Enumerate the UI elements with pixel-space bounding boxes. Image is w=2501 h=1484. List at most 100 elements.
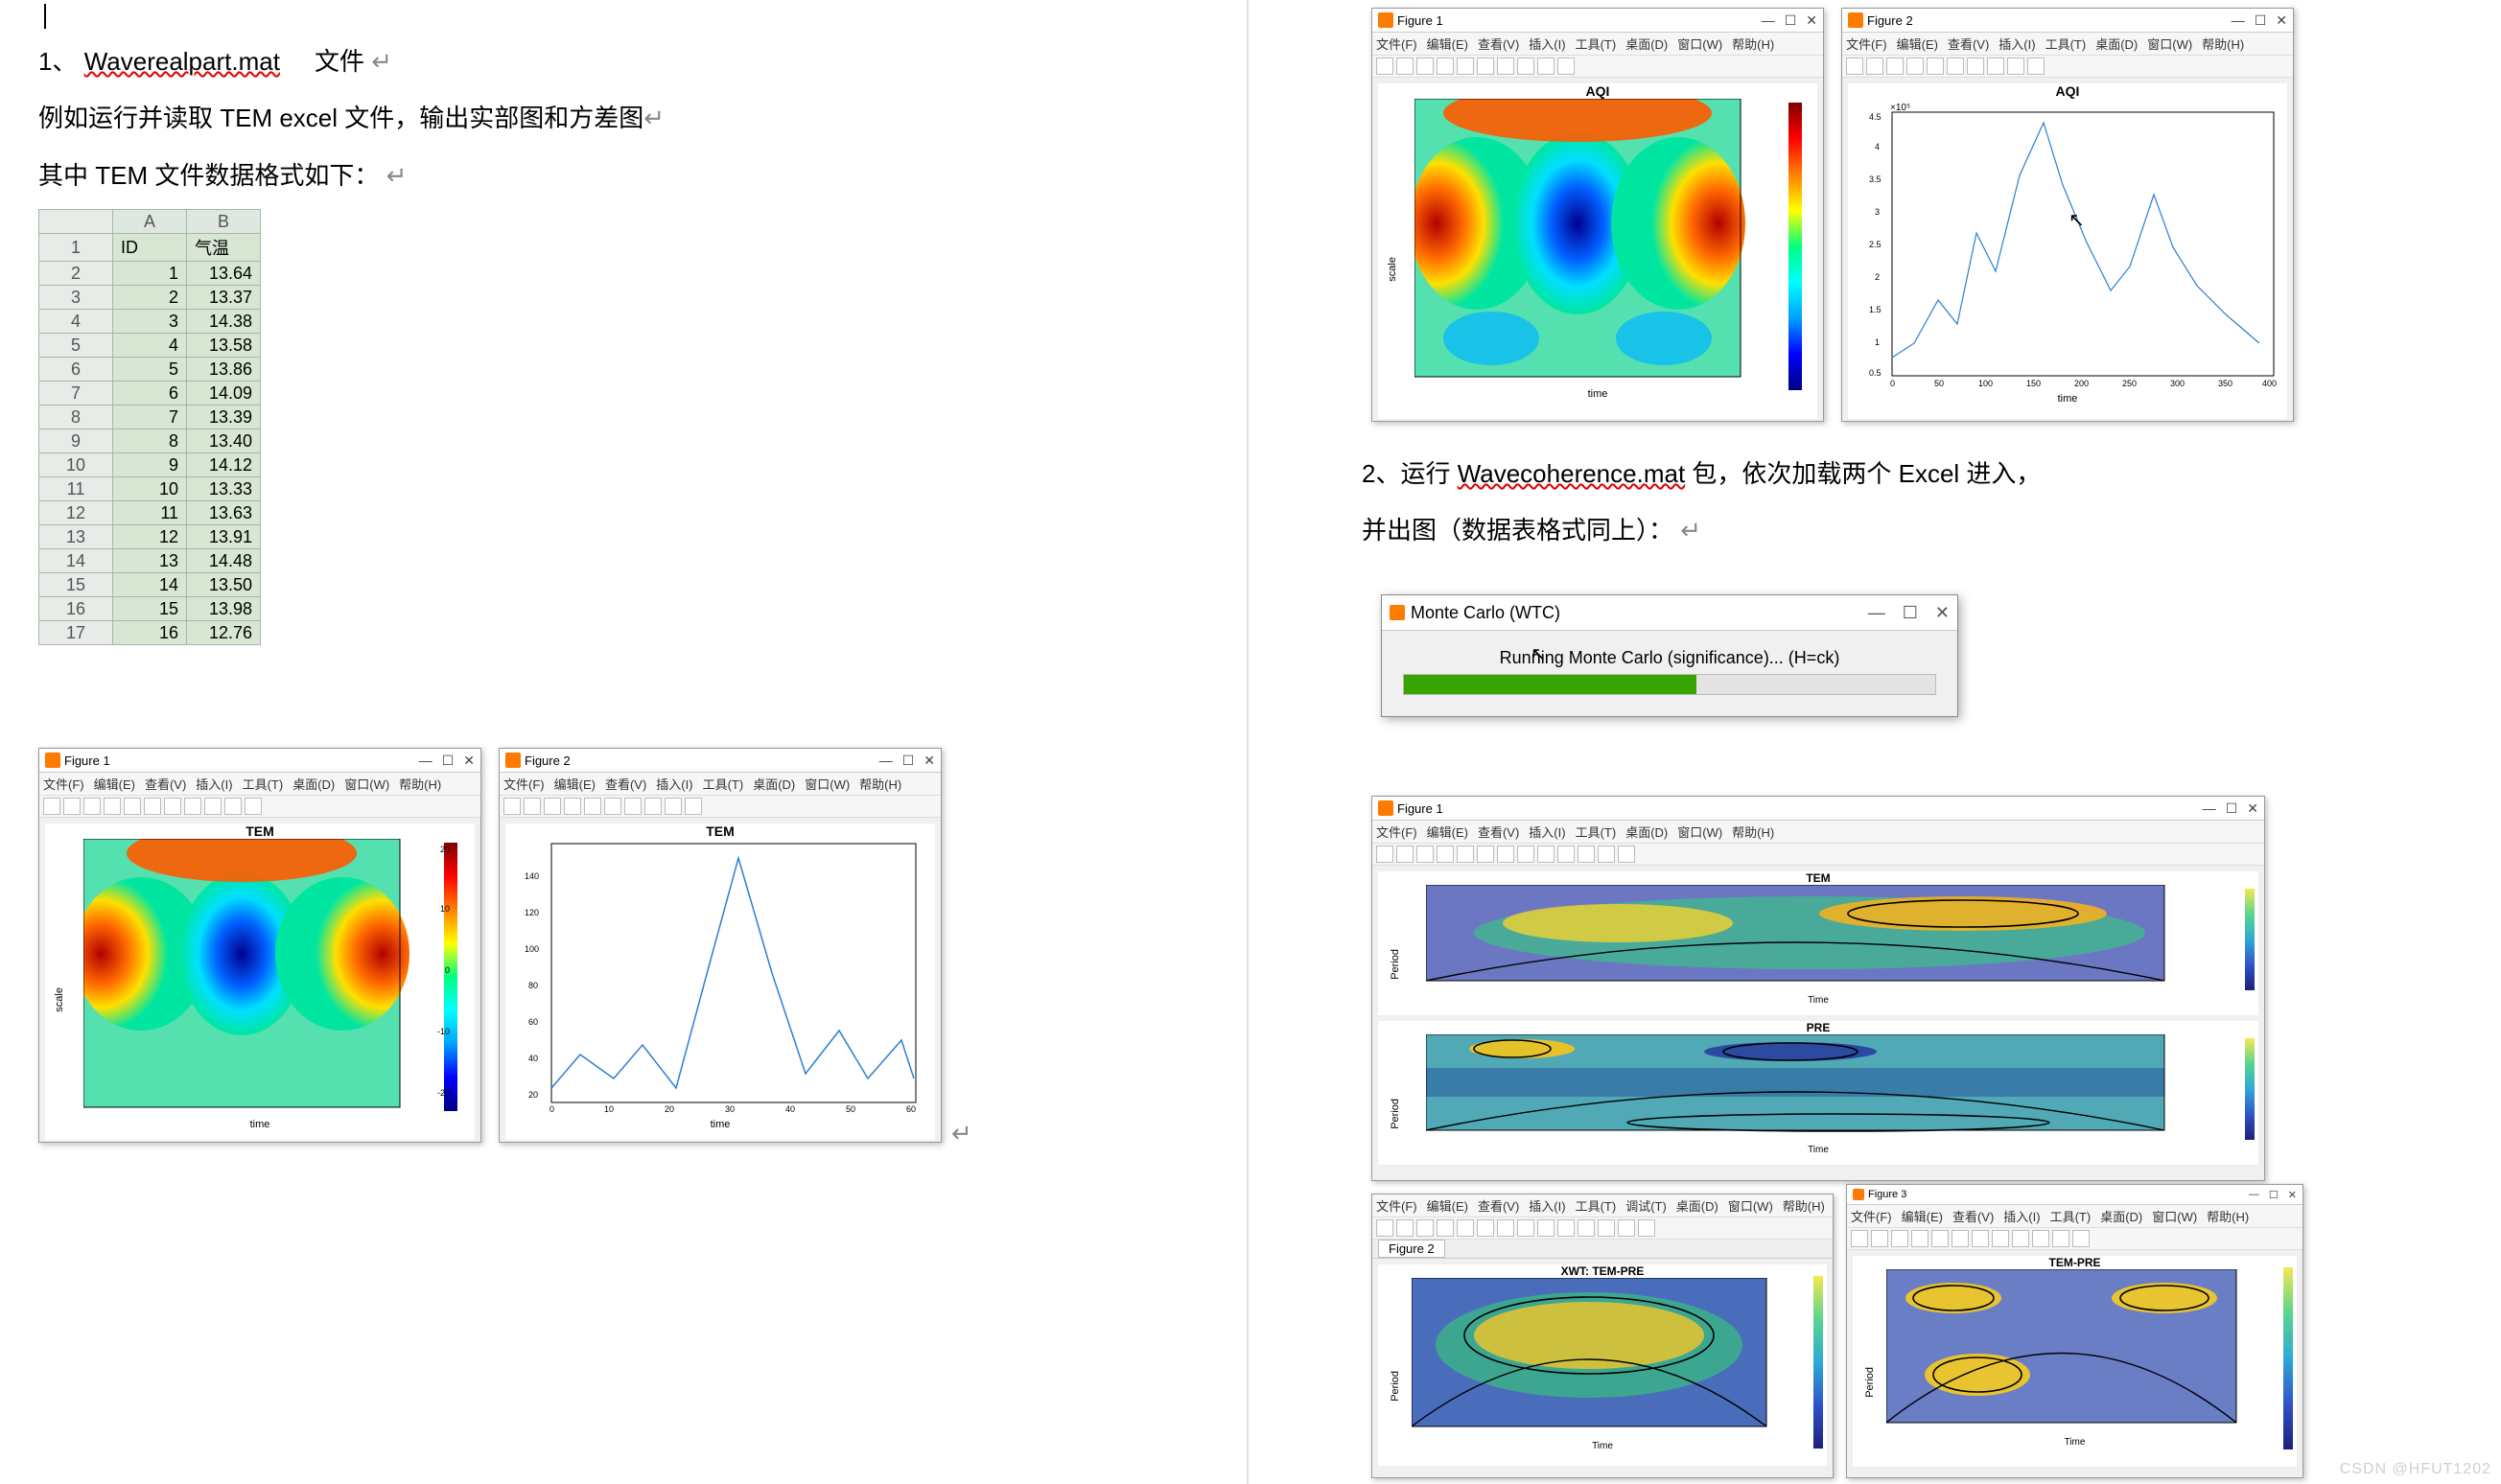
minimize-icon[interactable]: — — [1762, 12, 1775, 28]
menu-item[interactable]: 工具(T) — [2050, 1210, 2092, 1224]
menu-item[interactable]: 窗口(W) — [2147, 37, 2192, 52]
menu-item[interactable]: 插入(I) — [1529, 37, 1565, 52]
titlebar[interactable]: Figure 3 —☐✕ — [1847, 1185, 2302, 1205]
menu-item[interactable]: 调试(T) — [1625, 1199, 1667, 1214]
menu-item[interactable]: 查看(V) — [145, 777, 186, 792]
menu-item[interactable]: 查看(V) — [1952, 1210, 1994, 1224]
menubar[interactable]: 文件(F)编辑(E)查看(V)插入(I)工具(T)桌面(D)窗口(W)帮助(H) — [500, 773, 941, 796]
menu-item[interactable]: 文件(F) — [43, 777, 84, 792]
menu-item[interactable]: 编辑(E) — [94, 777, 135, 792]
figure-tab[interactable]: Figure 2 — [1372, 1240, 1833, 1259]
menu-item[interactable]: 插入(I) — [1529, 825, 1565, 840]
menu-item[interactable]: 文件(F) — [1851, 1210, 1892, 1224]
close-icon[interactable]: ✕ — [463, 753, 475, 769]
menu-item[interactable]: 查看(V) — [1478, 37, 1519, 52]
maximize-icon[interactable]: ☐ — [2226, 800, 2238, 817]
close-icon[interactable]: ✕ — [2247, 800, 2258, 817]
menu-item[interactable]: 工具(T) — [243, 777, 284, 792]
minimize-icon[interactable]: — — [2203, 800, 2216, 816]
menu-item[interactable]: 工具(T) — [1576, 825, 1617, 840]
menu-item[interactable]: 帮助(H) — [1732, 37, 1774, 52]
close-icon[interactable]: ✕ — [1806, 12, 1817, 29]
maximize-icon[interactable]: ☐ — [442, 753, 455, 769]
titlebar[interactable]: Figure 1 —☐✕ — [1372, 9, 1823, 33]
maximize-icon[interactable]: ☐ — [1785, 12, 1797, 29]
close-icon[interactable]: ✕ — [2276, 12, 2287, 29]
menubar[interactable]: 文件(F) 编辑(E) 查看(V) 插入(I) 工具(T) 桌面(D) 窗口(W) 帮助(H) — [1372, 821, 2264, 844]
menu-item[interactable]: 桌面(D) — [753, 777, 795, 792]
menubar[interactable]: 文件(F) 编辑(E) 查看(V) 插入(I) 工具(T) 桌面(D) 窗口(W) 帮助(H) — [1842, 33, 2293, 56]
titlebar[interactable]: Monte Carlo (WTC) — ☐ ✕ — [1382, 595, 1957, 631]
maximize-icon[interactable]: ☐ — [1903, 603, 1918, 623]
menu-item[interactable]: 插入(I) — [196, 777, 232, 792]
menu-item[interactable]: 帮助(H) — [1783, 1199, 1825, 1214]
menu-item[interactable]: 工具(T) — [1576, 1199, 1617, 1214]
minimize-icon[interactable]: — — [1868, 603, 1885, 623]
menu-item[interactable]: 文件(F) — [1376, 37, 1417, 52]
menu-item[interactable]: 窗口(W) — [344, 777, 389, 792]
menu-item[interactable]: 文件(F) — [1376, 825, 1417, 840]
menu-item[interactable]: 窗口(W) — [1728, 1199, 1773, 1214]
menu-item[interactable]: 帮助(H) — [859, 777, 901, 792]
menu-item[interactable]: 编辑(E) — [1902, 1210, 1943, 1224]
menu-item[interactable]: 插入(I) — [2003, 1210, 2040, 1224]
close-icon[interactable]: ✕ — [1935, 603, 1950, 623]
menu-item[interactable]: 工具(T) — [2045, 37, 2087, 52]
toolbar[interactable] — [1847, 1228, 2302, 1250]
menu-item[interactable]: 窗口(W) — [2152, 1210, 2197, 1224]
maximize-icon[interactable]: ☐ — [2255, 12, 2267, 29]
menu-item[interactable]: 编辑(E) — [554, 777, 596, 792]
menu-item[interactable]: 插入(I) — [1529, 1199, 1565, 1214]
menu-item[interactable]: 编辑(E) — [1427, 37, 1468, 52]
minimize-icon[interactable]: — — [419, 753, 432, 768]
left-figure-1[interactable]: Figure 1 —☐✕ 文件(F)编辑(E)查看(V)插入(I)工具(T)桌面… — [38, 748, 481, 1143]
menubar[interactable]: 文件(F)编辑(E)查看(V)插入(I)工具(T)桌面(D)窗口(W)帮助(H) — [1847, 1205, 2302, 1228]
menubar[interactable]: 文件(F) 编辑(E) 查看(V) 插入(I) 工具(T) 桌面(D) 窗口(W) 帮助(H) — [1372, 33, 1823, 56]
menu-item[interactable]: 桌面(D) — [1625, 37, 1668, 52]
menu-item[interactable]: 编辑(E) — [1897, 37, 1938, 52]
right-figure-2[interactable]: Figure 2 —☐✕ 文件(F)编辑(E)查看(V)插入(I)工具(T)桌面… — [1841, 8, 2294, 422]
titlebar[interactable]: Figure 1 —☐✕ — [39, 749, 480, 773]
menu-item[interactable]: 桌面(D) — [1676, 1199, 1718, 1214]
menu-item[interactable]: 帮助(H) — [2207, 1210, 2249, 1224]
menu-item[interactable]: 帮助(H) — [399, 777, 441, 792]
maximize-icon[interactable]: ☐ — [902, 753, 915, 769]
menu-item[interactable]: 桌面(D) — [1625, 825, 1668, 840]
close-icon[interactable]: ✕ — [923, 753, 935, 769]
titlebar[interactable]: Figure 2 —☐✕ — [1842, 9, 2293, 33]
menu-item[interactable]: 窗口(W) — [805, 777, 850, 792]
menu-item[interactable]: 查看(V) — [1948, 37, 1989, 52]
toolbar[interactable] — [1372, 56, 1823, 78]
menu-item[interactable]: 文件(F) — [503, 777, 545, 792]
maximize-icon[interactable]: ☐ — [2269, 1189, 2279, 1201]
menu-item[interactable]: 插入(I) — [1998, 37, 2035, 52]
monte-carlo-dialog[interactable]: Monte Carlo (WTC) — ☐ ✕ ↖ Running Monte … — [1381, 594, 1958, 717]
menu-item[interactable]: 工具(T) — [1576, 37, 1617, 52]
menu-item[interactable]: 帮助(H) — [1732, 825, 1774, 840]
toolbar[interactable] — [1372, 1217, 1833, 1240]
left-figure-2[interactable]: Figure 2 —☐✕ 文件(F)编辑(E)查看(V)插入(I)工具(T)桌面… — [499, 748, 942, 1143]
menu-item[interactable]: 文件(F) — [1846, 37, 1887, 52]
minimize-icon[interactable]: — — [879, 753, 893, 768]
menu-item[interactable]: 窗口(W) — [1677, 37, 1722, 52]
toolbar[interactable] — [500, 796, 941, 818]
menu-item[interactable]: 查看(V) — [1478, 1199, 1519, 1214]
right-bottom-right-figure[interactable]: Figure 3 —☐✕ 文件(F)编辑(E)查看(V)插入(I)工具(T)桌面… — [1846, 1184, 2303, 1478]
minimize-icon[interactable]: — — [2232, 12, 2245, 28]
menu-item[interactable]: 桌面(D) — [292, 777, 335, 792]
menu-item[interactable]: 查看(V) — [1478, 825, 1519, 840]
right-bottom-left-figure[interactable]: 文件(F) 编辑(E) 查看(V) 插入(I) 工具(T) 调试(T) 桌面(D) 窗口(W)… — [1371, 1194, 1834, 1478]
right-figure-1[interactable]: Figure 1 —☐✕ 文件(F)编辑(E)查看(V)插入(I)工具(T)桌面… — [1371, 8, 1824, 422]
toolbar[interactable] — [1372, 844, 2264, 866]
menubar[interactable]: 文件(F) 编辑(E) 查看(V) 插入(I) 工具(T) 调试(T) 桌面(D) 窗口(W)… — [1372, 1194, 1833, 1217]
menu-item[interactable]: 窗口(W) — [1677, 825, 1722, 840]
titlebar[interactable]: Figure 2 —☐✕ — [500, 749, 941, 773]
toolbar[interactable] — [39, 796, 480, 818]
menu-item[interactable]: 编辑(E) — [1427, 825, 1468, 840]
menu-item[interactable]: 文件(F) — [1376, 1199, 1417, 1214]
menu-item[interactable]: 帮助(H) — [2202, 37, 2244, 52]
menu-item[interactable]: 编辑(E) — [1427, 1199, 1468, 1214]
close-icon[interactable]: ✕ — [2288, 1189, 2297, 1201]
toolbar[interactable] — [1842, 56, 2293, 78]
menu-item[interactable]: 桌面(D) — [2095, 37, 2138, 52]
